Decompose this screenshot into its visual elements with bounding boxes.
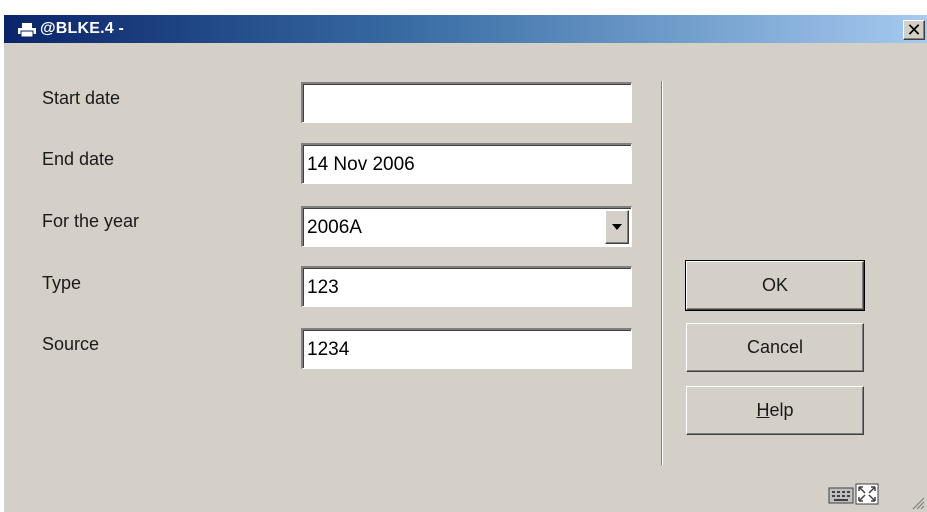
dialog-window: @BLKE.4 - ✕ Start date End date 14 Nov 2… xyxy=(3,14,927,512)
keyboard-icon[interactable] xyxy=(828,485,854,505)
help-label-rest: elp xyxy=(769,400,794,420)
year-label: For the year xyxy=(42,211,140,231)
end-date-label: End date xyxy=(42,149,115,169)
type-field[interactable]: 123 xyxy=(301,266,632,307)
end-date-field[interactable]: 14 Nov 2006 xyxy=(301,143,632,184)
ok-button[interactable]: OK xyxy=(685,260,865,311)
cancel-button[interactable]: Cancel xyxy=(686,323,864,372)
help-mnemonic: H xyxy=(756,400,770,420)
start-date-field[interactable] xyxy=(301,82,632,123)
resize-grip-icon[interactable] xyxy=(911,496,925,510)
source-field[interactable]: 1234 xyxy=(301,328,632,369)
close-icon: ✕ xyxy=(906,20,922,40)
help-button[interactable]: Help xyxy=(686,386,864,435)
close-button[interactable]: ✕ xyxy=(903,20,925,40)
year-value: 2006A xyxy=(307,217,362,238)
vertical-separator xyxy=(661,81,663,465)
chevron-down-icon[interactable] xyxy=(605,210,629,244)
source-label: Source xyxy=(42,334,100,354)
start-date-label: Start date xyxy=(42,88,121,108)
title-bar: @BLKE.4 - ✕ xyxy=(4,15,927,43)
fullscreen-icon[interactable] xyxy=(855,483,879,505)
window-title: @BLKE.4 - xyxy=(40,20,125,37)
type-label: Type xyxy=(42,273,82,293)
printer-icon xyxy=(18,23,36,38)
year-dropdown[interactable]: 2006A xyxy=(301,206,632,247)
